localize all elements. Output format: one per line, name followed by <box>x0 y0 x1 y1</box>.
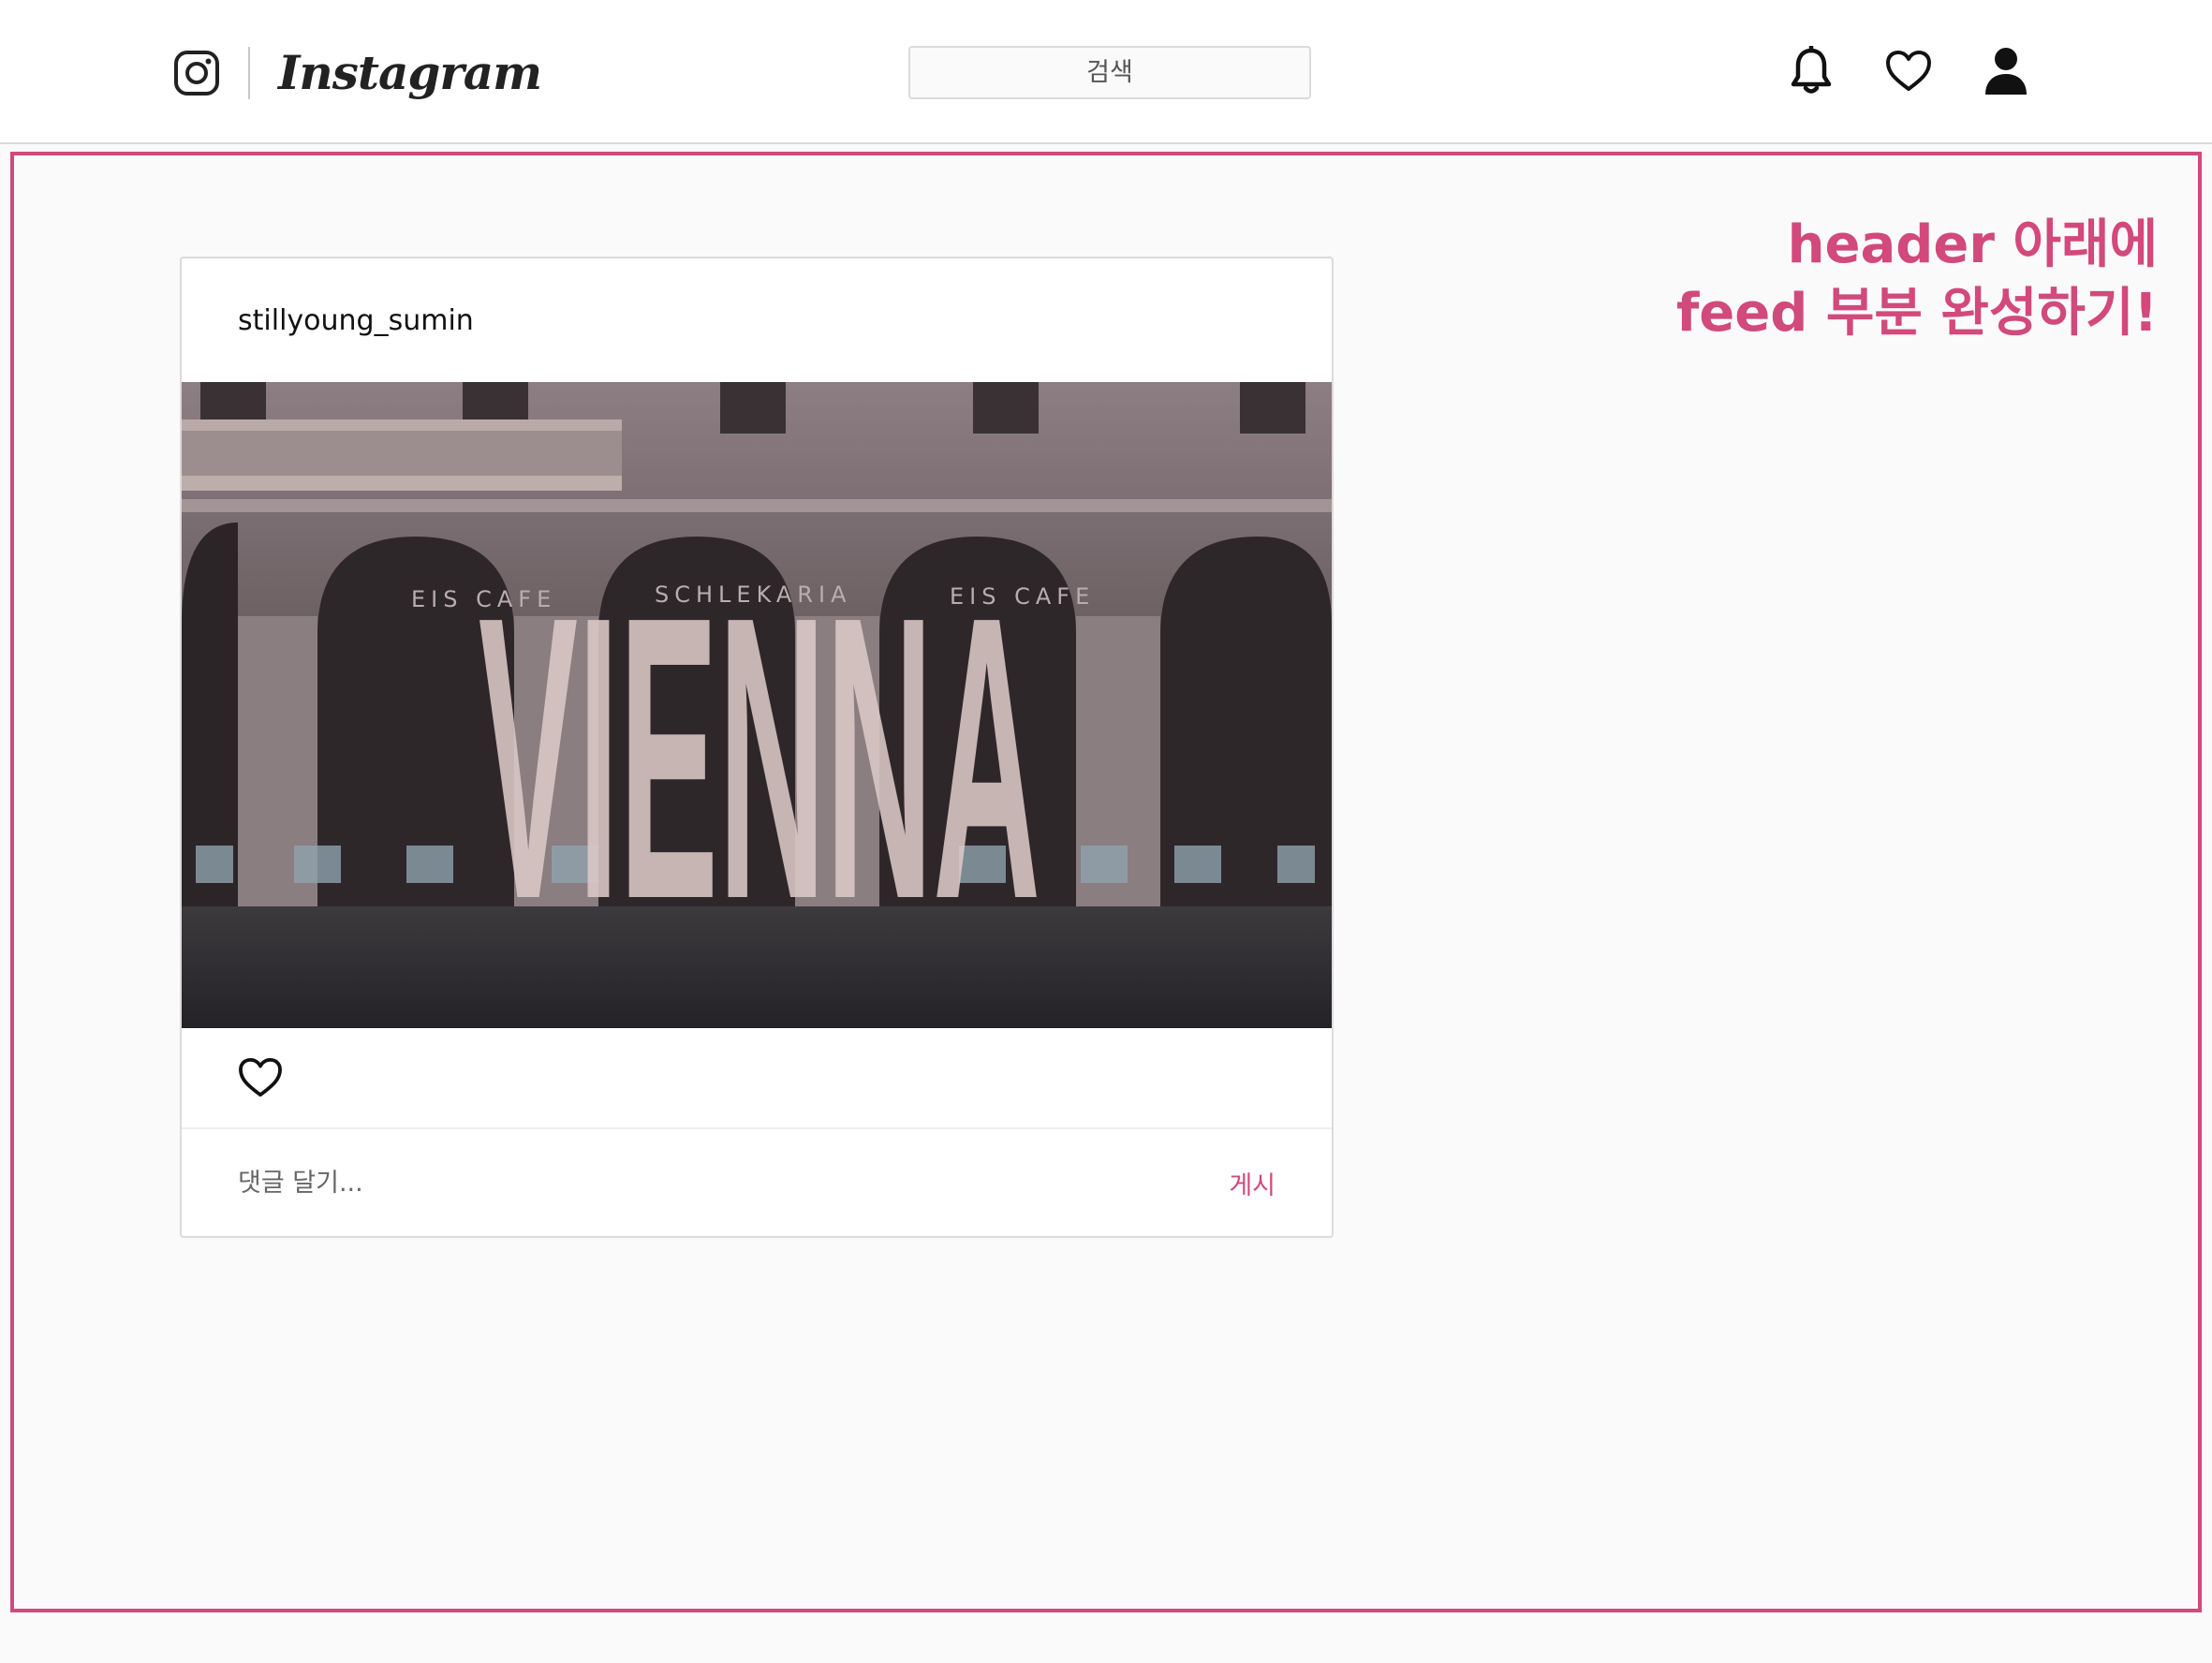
annotation-line-2: feed 부분 완성하기! <box>1675 283 2158 344</box>
feed-card-header: stillyoung_sumin <box>182 258 1332 382</box>
annotation-line-1: header 아래에 <box>1787 214 2158 275</box>
post-photo: EIS CAFE SCHLEKARIA EIS CAFE VIENNA <box>182 382 1332 1028</box>
comment-input[interactable] <box>238 1168 1230 1198</box>
person-icon <box>1985 48 2027 95</box>
post-comment-button[interactable]: 게시 <box>1229 1165 1276 1201</box>
profile-button[interactable] <box>1978 43 2034 99</box>
instagram-glyph-icon <box>174 51 219 96</box>
search-input[interactable] <box>908 46 1311 99</box>
photo-title: VIENNA <box>479 534 1040 983</box>
like-button[interactable] <box>236 1053 285 1102</box>
activity-button[interactable] <box>1880 43 1937 99</box>
notifications-button[interactable] <box>1783 43 1839 99</box>
post-actions <box>182 1028 1332 1129</box>
bell-icon <box>1791 46 1832 94</box>
logo-divider <box>248 47 250 99</box>
heart-icon <box>239 1057 282 1097</box>
logo-wordmark: Instagram <box>278 45 542 100</box>
feed-card: stillyoung_sumin EIS CAFE SCHLEKARIA EIS… <box>180 257 1334 1238</box>
logo[interactable]: Instagram <box>173 43 542 103</box>
annotation-note: header 아래에 feed 부분 완성하기! <box>1676 211 2158 347</box>
top-header: Instagram <box>0 0 2212 144</box>
post-username[interactable]: stillyoung_sumin <box>238 304 474 337</box>
heart-icon <box>1886 51 1931 91</box>
comment-row: 게시 <box>182 1129 1332 1236</box>
